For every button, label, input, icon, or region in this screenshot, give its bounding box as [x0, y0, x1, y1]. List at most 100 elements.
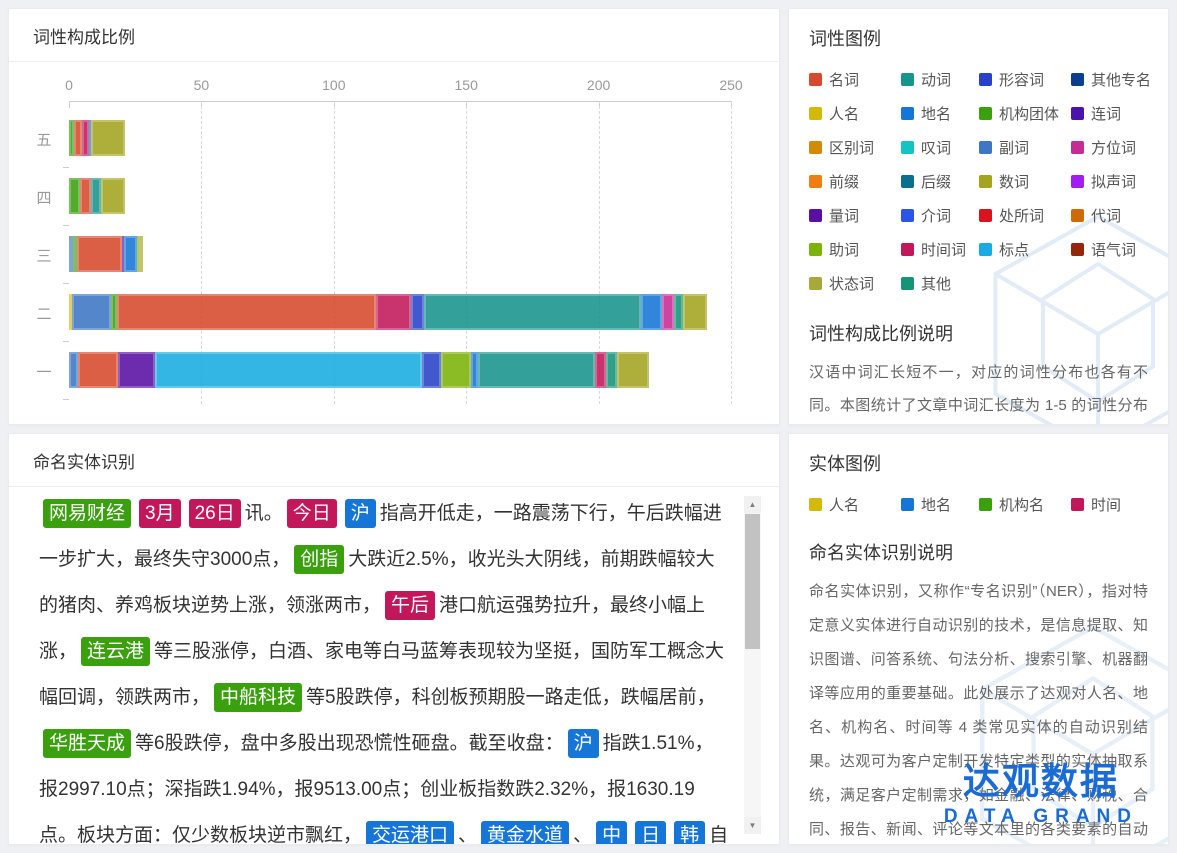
y-axis-label: 三 [27, 245, 61, 266]
bar-segment-地名[interactable] [641, 294, 662, 330]
bar-segment-名词[interactable] [78, 352, 118, 388]
scrollbar-thumb[interactable] [745, 514, 760, 649]
stacked-bar [69, 178, 731, 214]
legend-label: 助词 [829, 239, 859, 260]
pos-desc-body: 汉语中词汇长短不一，对应的词性分布也各有不同。本图统计了文章中词汇长度为 1-5… [809, 356, 1148, 425]
legend-label: 副词 [999, 137, 1029, 158]
bar-segment-时间词[interactable] [595, 352, 607, 388]
ner-panel: 命名实体识别 网易财经3月26日讯。今日沪指高开低走，一路震荡下行，午后跌幅进一… [8, 433, 780, 845]
entity-org: 网易财经 [43, 499, 131, 528]
legend-item: 数词 [979, 171, 1071, 192]
legend-label: 状态词 [829, 273, 874, 294]
scrollbar-track[interactable]: ▲ ▼ [744, 496, 761, 834]
bar-segment-地名[interactable] [124, 236, 137, 272]
bar-segment-名词[interactable] [117, 294, 377, 330]
logo-chinese-name: 达观数据 [944, 760, 1138, 804]
bar-segment-机构团体[interactable] [69, 178, 80, 214]
legend-color-chip [979, 175, 992, 188]
chart-plot-area: 五四三二一 [69, 101, 731, 404]
bar-segment-数词[interactable] [101, 178, 125, 214]
bar-segment-名词[interactable] [74, 120, 82, 156]
entity-time: 3月 [139, 499, 181, 528]
legend-item: 地名 [901, 494, 979, 515]
entity-time: 26日 [189, 499, 241, 528]
legend-color-chip [901, 141, 914, 154]
scrollbar-up-arrow-icon[interactable]: ▲ [744, 496, 761, 513]
legend-item: 区别词 [809, 137, 901, 158]
y-axis-label: 一 [27, 361, 61, 382]
bar-segment-数词[interactable] [617, 352, 649, 388]
legend-color-chip [1071, 73, 1084, 86]
legend-label: 处所词 [999, 205, 1044, 226]
bar-segment-其他[interactable] [606, 352, 617, 388]
bar-segment-其他[interactable] [674, 294, 683, 330]
legend-color-chip [901, 243, 914, 256]
bar-segment-动词[interactable] [91, 178, 100, 214]
legend-item: 其他 [901, 273, 979, 294]
bar-segment-时间词[interactable] [376, 294, 410, 330]
entity-time: 今日 [287, 499, 337, 528]
legend-color-chip [979, 73, 992, 86]
entity-org: 创指 [294, 545, 344, 574]
bar-segment-动词[interactable] [424, 294, 641, 330]
bar-segment-数词[interactable] [91, 120, 124, 156]
bar-segment-标点[interactable] [155, 352, 422, 388]
bar-segment-副词[interactable] [72, 294, 112, 330]
bar-segment-方位词[interactable] [662, 294, 674, 330]
legend-label: 连词 [1091, 103, 1121, 124]
y-axis-label: 四 [27, 187, 61, 208]
legend-color-chip [979, 209, 992, 222]
bar-segment-名词[interactable] [77, 236, 122, 272]
x-tick-label: 150 [455, 77, 478, 93]
legend-color-chip [1071, 107, 1084, 120]
legend-label: 其他专名 [1091, 69, 1151, 90]
x-tick-label: 200 [587, 77, 610, 93]
scrollbar-down-arrow-icon[interactable]: ▼ [744, 817, 761, 834]
legend-color-chip [979, 498, 992, 511]
stacked-bar [69, 236, 731, 272]
bar-segment-助词[interactable] [441, 352, 471, 388]
y-axis-label: 二 [27, 303, 61, 324]
bar-segment-数词[interactable] [139, 236, 143, 272]
legend-color-chip [1071, 141, 1084, 154]
legend-item: 代词 [1071, 205, 1151, 226]
legend-label: 语气词 [1091, 239, 1136, 260]
legend-item: 后缀 [901, 171, 979, 192]
pos-legend-title: 词性图例 [809, 25, 1148, 51]
legend-item: 其他专名 [1071, 69, 1151, 90]
legend-item: 标点 [979, 239, 1071, 260]
bar-segment-副词[interactable] [69, 352, 78, 388]
legend-color-chip [901, 277, 914, 290]
pos-legend-grid: 名词动词形容词其他专名人名地名机构团体连词区别词叹词副词方位词前缀后缀数词拟声词… [809, 69, 1148, 294]
legend-color-chip [1071, 498, 1084, 511]
chart-rows: 五四三二一 [69, 101, 731, 404]
bar-segment-时间词[interactable] [82, 120, 89, 156]
legend-item: 前缀 [809, 171, 901, 192]
bar-segment-地名[interactable] [471, 352, 478, 388]
entity-loc: 日 [635, 821, 666, 844]
legend-color-chip [1071, 243, 1084, 256]
legend-label: 地名 [921, 103, 951, 124]
legend-color-chip [901, 107, 914, 120]
legend-label: 标点 [999, 239, 1029, 260]
bar-segment-名词[interactable] [80, 178, 92, 214]
bar-segment-动词[interactable] [478, 352, 595, 388]
bar-segment-形容词[interactable] [411, 294, 424, 330]
legend-label: 代词 [1091, 205, 1121, 226]
bar-segment-形容词[interactable] [422, 352, 441, 388]
legend-color-chip [809, 107, 822, 120]
legend-color-chip [809, 141, 822, 154]
legend-label: 机构团体 [999, 103, 1059, 124]
legend-label: 量词 [829, 205, 859, 226]
ner-desc-title: 命名实体识别说明 [809, 539, 1148, 565]
bar-segment-数词[interactable] [683, 294, 707, 330]
bar-segment-量词[interactable] [118, 352, 155, 388]
legend-label: 名词 [829, 69, 859, 90]
legend-label: 数词 [999, 171, 1029, 192]
datagrand-logo: 达观数据 DATA GRAND [944, 760, 1138, 828]
legend-item: 机构团体 [979, 103, 1071, 124]
legend-item: 时间词 [901, 239, 979, 260]
y-axis-label: 五 [27, 129, 61, 150]
legend-color-chip [1071, 175, 1084, 188]
entity-loc: 交运港口 [366, 821, 454, 844]
